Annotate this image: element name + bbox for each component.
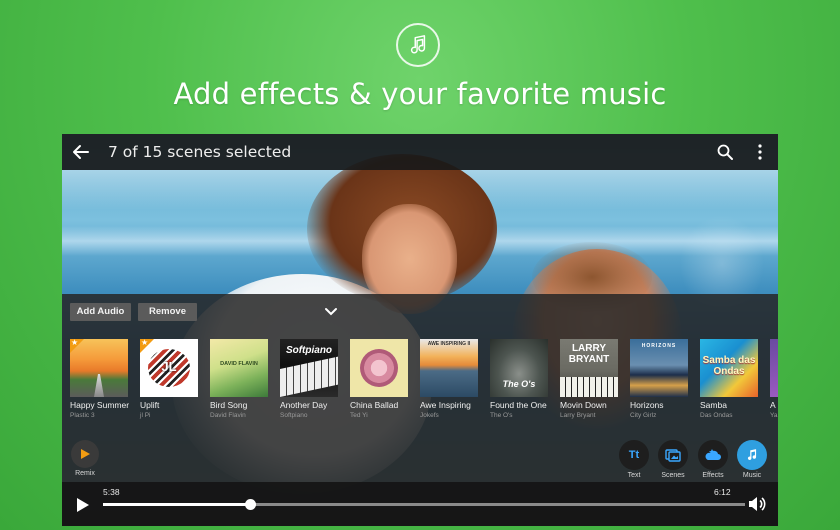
top-bar: 7 of 15 scenes selected — [62, 134, 778, 170]
track-item[interactable]: The O's Found the One The O's — [490, 339, 552, 419]
track-item[interactable]: China Ballad Ted Yi — [350, 339, 412, 419]
tool-scenes[interactable]: Scenes — [653, 440, 693, 479]
scenes-label: Scenes — [661, 472, 685, 479]
track-artist: City Girlz — [630, 412, 657, 419]
music-note-icon — [410, 35, 426, 54]
track-title: Bird Song — [210, 400, 248, 410]
track-title: Awe Inspiring — [420, 400, 471, 410]
track-title: Movin Down — [560, 400, 607, 410]
album-cover — [350, 339, 408, 397]
text-button[interactable]: Tt — [619, 440, 649, 470]
album-cover: ★ JL — [140, 339, 198, 397]
track-artist: Ted Yi — [350, 412, 368, 419]
headline: Add effects & your favorite music — [173, 77, 667, 111]
track-artist: Ya — [770, 412, 778, 419]
remix-icon — [81, 449, 90, 459]
album-cover: The O's — [490, 339, 548, 397]
album-cover: LARRY BRYANT — [560, 339, 618, 397]
scenes-button[interactable] — [658, 440, 688, 470]
seek-bar[interactable] — [103, 499, 745, 510]
track-item[interactable]: Softpiano Another Day Softpiano — [280, 339, 342, 419]
elapsed-time: 5:38 — [103, 487, 120, 497]
playback-bar: 5:38 6:12 — [62, 482, 778, 526]
play-icon[interactable] — [76, 497, 90, 513]
effects-button[interactable] — [698, 440, 728, 470]
track-item[interactable]: LARRY BRYANT Movin Down Larry Bryant — [560, 339, 622, 419]
add-audio-button[interactable]: Add Audio — [70, 303, 131, 321]
album-cover: AWE INSPIRING II — [420, 339, 478, 397]
chevron-down-icon[interactable] — [324, 306, 338, 318]
track-list: ★ Happy Summer Plastic 3 ★ JL Uplift jl … — [70, 339, 778, 419]
seek-progress — [103, 503, 251, 506]
tool-music[interactable]: Music — [732, 440, 772, 479]
track-artist: Plastic 3 — [70, 412, 95, 419]
track-title: Samba — [700, 400, 727, 410]
remove-button[interactable]: Remove — [138, 303, 197, 321]
album-cover: Samba das Ondas — [700, 339, 758, 397]
track-item[interactable]: ★ Happy Summer Plastic 3 — [70, 339, 132, 419]
search-icon[interactable] — [717, 144, 733, 160]
music-label: Music — [742, 472, 762, 479]
track-item[interactable]: A Ya — [770, 339, 778, 419]
effects-icon — [705, 449, 721, 460]
track-item[interactable]: AWE INSPIRING II Awe Inspiring Jokefs — [420, 339, 482, 419]
album-cover: ★ — [70, 339, 128, 397]
total-time: 6:12 — [714, 487, 731, 497]
album-cover — [770, 339, 778, 397]
star-badge-icon: ★ — [140, 339, 154, 353]
star-badge-icon: ★ — [70, 339, 84, 353]
track-title: A — [770, 400, 776, 410]
track-title: Happy Summer — [70, 400, 130, 410]
tool-text[interactable]: Tt Text — [614, 440, 654, 479]
remix-label: Remix — [75, 470, 95, 477]
track-artist: Das Ondas — [700, 412, 733, 419]
track-title: China Ballad — [350, 400, 399, 410]
seek-thumb[interactable] — [245, 499, 257, 510]
music-button[interactable] — [737, 440, 767, 470]
track-artist: The O's — [490, 412, 513, 419]
track-artist: jl Pi — [140, 412, 151, 419]
more-options-icon[interactable] — [752, 143, 768, 161]
remix-button[interactable] — [71, 440, 99, 468]
text-icon: Tt — [628, 449, 640, 461]
music-note-badge — [396, 23, 440, 67]
track-title: Found the One — [490, 400, 547, 410]
album-cover: Softpiano — [280, 339, 338, 397]
track-title: Another Day — [280, 400, 328, 410]
volume-icon[interactable] — [748, 496, 766, 512]
track-item[interactable]: ★ JL Uplift jl Pi — [140, 339, 202, 419]
selection-title: 7 of 15 scenes selected — [108, 143, 292, 161]
track-artist: Larry Bryant — [560, 412, 596, 419]
scenes-icon — [665, 449, 681, 462]
effects-label: Effects — [702, 472, 724, 479]
tool-effects[interactable]: Effects — [693, 440, 733, 479]
text-label: Text — [627, 472, 641, 479]
track-title: Uplift — [140, 400, 160, 410]
track-item[interactable]: HORIZONS Horizons City Girlz — [630, 339, 692, 419]
track-artist: Jokefs — [420, 412, 439, 419]
track-title: Horizons — [630, 400, 664, 410]
back-arrow-icon[interactable] — [71, 142, 91, 162]
track-item[interactable]: Samba das Ondas Samba Das Ondas — [700, 339, 762, 419]
track-item[interactable]: DAVID FLAVIN Bird Song David Flavin — [210, 339, 272, 419]
album-cover: DAVID FLAVIN — [210, 339, 268, 397]
track-artist: David Flavin — [210, 412, 246, 419]
remix-control[interactable]: Remix — [70, 440, 100, 477]
album-cover: HORIZONS — [630, 339, 688, 397]
track-artist: Softpiano — [280, 412, 308, 419]
music-note-icon — [747, 449, 757, 460]
app-window: 7 of 15 scenes selected Add Audio Remove… — [62, 134, 778, 526]
